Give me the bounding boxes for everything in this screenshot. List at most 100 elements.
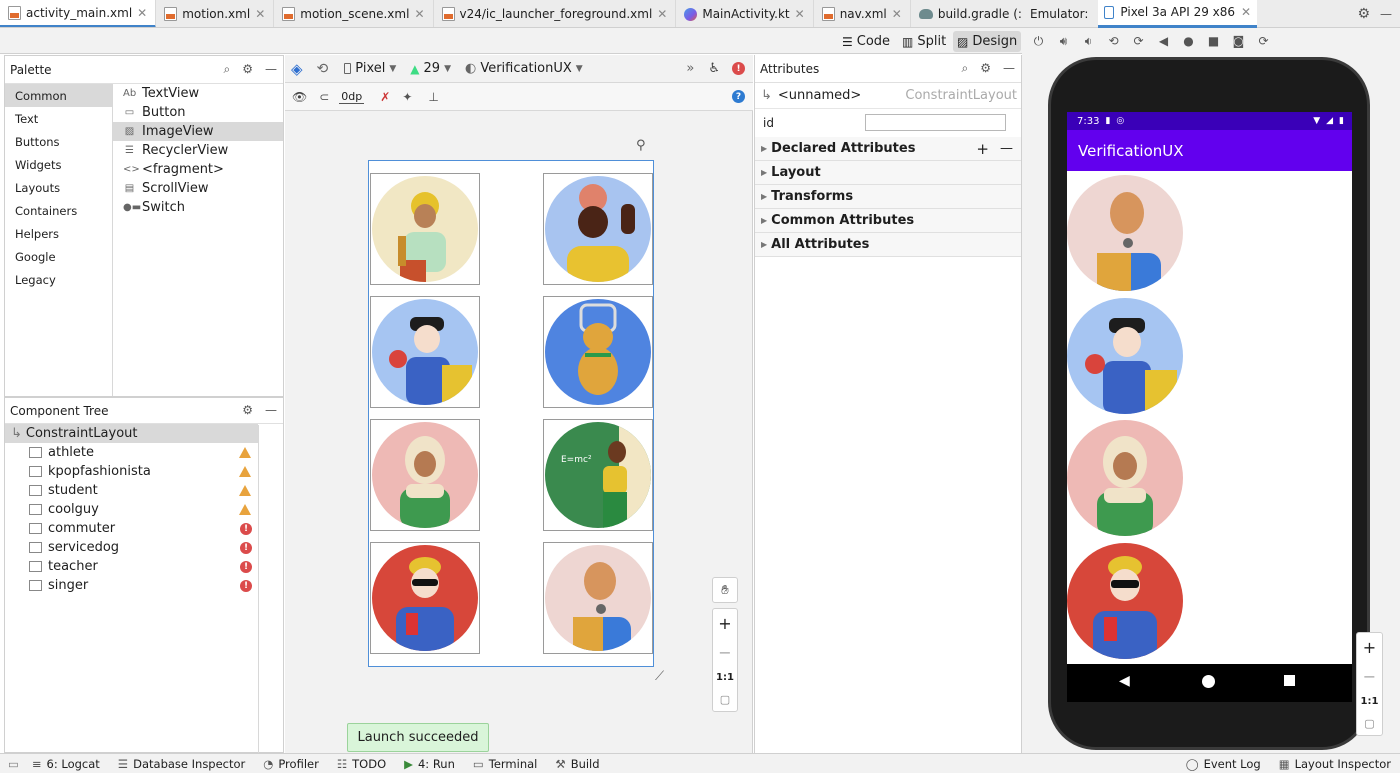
tree-item-singer[interactable]: singer! xyxy=(5,576,283,595)
remove-icon[interactable]: — xyxy=(1000,141,1013,156)
screenshot-icon[interactable]: ◙ xyxy=(1232,34,1245,48)
zoom-in-icon[interactable]: + xyxy=(1363,638,1376,657)
guidelines-icon[interactable]: ⊥ xyxy=(428,90,438,104)
resize-handle-icon[interactable]: ⟋ xyxy=(655,669,664,684)
orientation-icon[interactable]: ⟲ xyxy=(317,61,329,77)
default-margin-field[interactable]: 0dp xyxy=(339,90,365,104)
palette-category[interactable]: Text xyxy=(5,107,112,130)
error-icon[interactable]: ! xyxy=(240,522,252,535)
palette-item[interactable]: ▭ Button xyxy=(113,103,283,122)
palette-item[interactable]: ●▬ Switch xyxy=(113,198,283,217)
eye-icon[interactable]: 👁︎ xyxy=(292,90,307,104)
tree-item-teacher[interactable]: teacher! xyxy=(5,557,283,576)
search-icon[interactable]: ⌕ xyxy=(224,62,231,77)
home-icon[interactable] xyxy=(1202,675,1215,688)
accessibility-icon[interactable]: ♿︎ xyxy=(708,61,720,76)
code-mode-button[interactable]: ☰ Code xyxy=(838,31,894,52)
attribute-section[interactable]: ▶ All Attributes xyxy=(755,233,1021,257)
attribute-section[interactable]: ▶ Layout xyxy=(755,161,1021,185)
error-icon[interactable]: ! xyxy=(240,560,252,573)
editor-tab[interactable]: motion.xml ✕ xyxy=(156,0,275,27)
tool-button-layout-inspector[interactable]: ▦ Layout Inspector xyxy=(1270,757,1400,771)
palette-item[interactable]: ▨ ImageView xyxy=(113,122,283,141)
tool-button-event-log[interactable]: ◯ Event Log xyxy=(1177,757,1270,771)
editor-tab[interactable]: build.gradle (:app)✕ xyxy=(911,0,1022,27)
editor-tab[interactable]: MainActivity.kt ✕ xyxy=(676,0,814,27)
close-icon[interactable]: ✕ xyxy=(657,7,667,21)
close-icon[interactable]: ✕ xyxy=(414,7,424,21)
palette-item[interactable]: <> <fragment> xyxy=(113,160,283,179)
tool-button-database[interactable]: ☰ Database Inspector xyxy=(109,757,254,771)
volume-up-icon[interactable]: 🔊︎ xyxy=(1057,34,1070,48)
imageview-coolguy[interactable] xyxy=(370,542,480,654)
device-dropdown[interactable]: Pixel ▼ xyxy=(344,61,396,76)
warning-icon[interactable] xyxy=(239,466,251,477)
imageview-teacher[interactable] xyxy=(370,419,480,531)
overview-icon[interactable]: ■ xyxy=(1207,34,1220,48)
zoom-fit-icon[interactable]: ▢ xyxy=(720,693,730,706)
warning-icon[interactable] xyxy=(239,504,251,515)
palette-item[interactable]: Ab TextView xyxy=(113,84,283,103)
close-icon[interactable]: ✕ xyxy=(1241,5,1251,19)
warning-icon[interactable] xyxy=(239,485,251,496)
minimize-icon[interactable]: — xyxy=(265,62,277,77)
volume-down-icon[interactable]: 🔉︎ xyxy=(1082,34,1095,48)
help-icon[interactable]: ? xyxy=(732,90,745,103)
design-mode-button[interactable]: ▨ Design xyxy=(953,31,1022,52)
split-mode-button[interactable]: ▥ Split xyxy=(898,31,950,52)
tool-window-toggle-icon[interactable]: ▭ xyxy=(8,757,19,771)
id-input[interactable] xyxy=(865,114,1006,131)
tool-button-todo[interactable]: ☷ TODO xyxy=(328,757,395,771)
layers-icon[interactable]: ◈ xyxy=(291,60,303,78)
zoom-out-icon[interactable]: − xyxy=(718,643,731,662)
close-icon[interactable]: ✕ xyxy=(892,7,902,21)
error-icon[interactable]: ! xyxy=(240,579,252,592)
tool-button-build[interactable]: ⚒ Build xyxy=(546,757,608,771)
home-icon[interactable]: ● xyxy=(1182,34,1195,48)
api-dropdown[interactable]: ▲ 29 ▼ xyxy=(410,61,451,76)
expand-icon[interactable]: » xyxy=(686,61,694,76)
attribute-section[interactable]: ▶ Transforms xyxy=(755,185,1021,209)
clear-constraints-icon[interactable]: ✗ xyxy=(380,90,390,104)
zoom-actual-button[interactable]: 1:1 xyxy=(716,672,734,683)
zoom-fit-icon[interactable]: ▢ xyxy=(1364,717,1374,730)
tree-item-commuter[interactable]: commuter! xyxy=(5,519,283,538)
error-badge-icon[interactable]: ! xyxy=(732,62,745,75)
gear-icon[interactable]: ⚙ xyxy=(1357,6,1370,22)
imageview-commuter[interactable] xyxy=(543,296,653,408)
close-icon[interactable]: ✕ xyxy=(255,7,265,21)
gear-icon[interactable]: ⚙ xyxy=(242,403,253,417)
zoom-in-icon[interactable]: + xyxy=(718,614,731,633)
palette-category[interactable]: Buttons xyxy=(5,130,112,153)
tree-item-coolguy[interactable]: coolguy xyxy=(5,500,283,519)
palette-category[interactable]: Widgets xyxy=(5,153,112,176)
close-icon[interactable]: ✕ xyxy=(137,6,147,20)
tree-item-kpopfashionista[interactable]: kpopfashionista xyxy=(5,462,283,481)
palette-item[interactable]: ☰ RecyclerView xyxy=(113,141,283,160)
tree-item-servicedog[interactable]: servicedog! xyxy=(5,538,283,557)
tool-button-profiler[interactable]: ◔ Profiler xyxy=(254,757,328,771)
tree-item-student[interactable]: student xyxy=(5,481,283,500)
error-icon[interactable]: ! xyxy=(240,541,252,554)
minimize-icon[interactable]: — xyxy=(265,403,277,417)
tool-button-terminal[interactable]: ▭ Terminal xyxy=(464,757,546,771)
editor-tab[interactable]: nav.xml ✕ xyxy=(814,0,911,27)
tool-button-logcat[interactable]: ≡ 6: Logcat xyxy=(23,757,109,771)
pan-button[interactable]: ✋︎ xyxy=(712,577,738,603)
palette-category[interactable]: Containers xyxy=(5,199,112,222)
tree-root-item[interactable]: ↳ ConstraintLayout xyxy=(5,424,258,443)
magnet-icon[interactable]: ⊂ xyxy=(319,90,329,104)
attribute-section[interactable]: ▶ Declared Attributes + — xyxy=(755,137,1021,161)
zoom-out-icon[interactable]: − xyxy=(1363,667,1376,686)
imageview-student[interactable] xyxy=(370,296,480,408)
warning-icon[interactable] xyxy=(239,447,251,458)
palette-category[interactable]: Legacy xyxy=(5,268,112,291)
close-icon[interactable]: ✕ xyxy=(795,7,805,21)
zoom-actual-button[interactable]: 1:1 xyxy=(1361,696,1379,707)
attribute-section[interactable]: ▶ Common Attributes xyxy=(755,209,1021,233)
gear-icon[interactable]: ⚙ xyxy=(242,62,253,77)
editor-tab[interactable]: activity_main.xml ✕ xyxy=(0,0,157,27)
rotate-left-icon[interactable]: ⟲ xyxy=(1107,34,1120,48)
tree-item-athlete[interactable]: athlete xyxy=(5,443,283,462)
snapshot-icon[interactable]: ⟳ xyxy=(1257,34,1270,48)
